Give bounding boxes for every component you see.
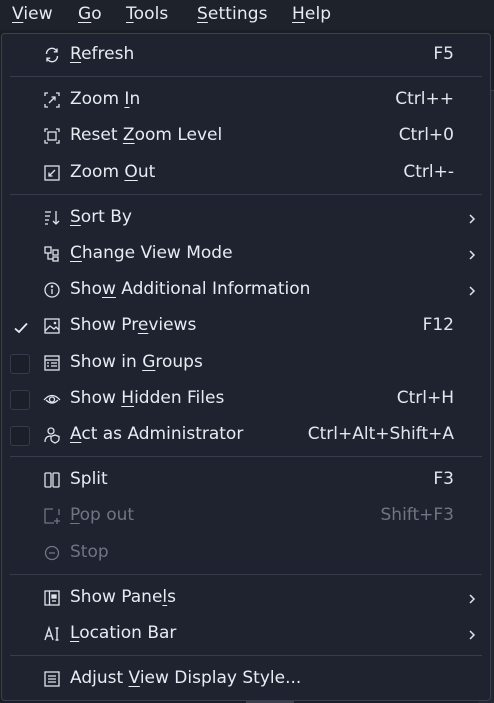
menu-item-label: Location Bar (70, 623, 177, 643)
stop-icon (42, 543, 62, 563)
panels-icon (42, 588, 62, 608)
menubar: View Go Tools Settings Help (0, 0, 494, 30)
menu-item-pop-out[interactable]: Pop out Shift+F3 (2, 499, 490, 533)
separator (10, 76, 482, 77)
shortcut-label: Ctrl++ (395, 89, 454, 109)
checkbox[interactable] (10, 426, 30, 446)
menubar-settings[interactable]: Settings (197, 4, 268, 24)
menu-item-label: Reset Zoom Level (70, 125, 223, 145)
view-mode-icon (42, 244, 62, 264)
shortcut-label: Shift+F3 (380, 505, 454, 525)
view-menu: Refresh F5 Zoom In Ctrl++ Reset Zoom Lev… (1, 33, 491, 701)
refresh-icon (42, 45, 62, 65)
menubar-tools[interactable]: Tools (126, 4, 168, 24)
submenu-arrow-icon (466, 247, 478, 261)
menu-item-change-view-mode[interactable]: Change View Mode (2, 237, 490, 271)
menu-item-act-as-administrator[interactable]: Act as Administrator Ctrl+Alt+Shift+A (2, 418, 490, 452)
menu-item-label: Zoom Out (70, 162, 156, 182)
zoom-in-icon (42, 90, 62, 110)
checkbox[interactable] (10, 390, 30, 410)
menu-item-refresh[interactable]: Refresh F5 (2, 38, 490, 72)
menu-item-label: Split (70, 469, 108, 489)
menu-item-label: Show Additional Information (70, 279, 311, 299)
menu-item-label: Pop out (70, 505, 135, 525)
checkmark-icon[interactable] (10, 317, 30, 337)
eye-icon (42, 389, 62, 409)
display-style-icon (42, 669, 62, 689)
shortcut-label: Ctrl+- (403, 162, 454, 182)
shortcut-label: F12 (422, 315, 454, 335)
menu-item-label: Show Hidden Files (70, 388, 225, 408)
menu-item-label: Adjust View Display Style... (70, 668, 302, 688)
menu-item-label: Refresh (70, 44, 135, 64)
location-bar-icon (42, 624, 62, 644)
menu-item-label: Zoom In (70, 89, 141, 109)
menubar-go[interactable]: Go (78, 4, 102, 24)
separator (10, 574, 482, 575)
menu-item-zoom-in[interactable]: Zoom In Ctrl++ (2, 83, 490, 117)
menu-item-label: Stop (70, 542, 109, 562)
menu-item-label: Act as Administrator (70, 424, 244, 444)
separator (10, 456, 482, 457)
shortcut-label: Ctrl+H (396, 388, 454, 408)
shortcut-label: F3 (433, 469, 454, 489)
menu-item-show-panels[interactable]: Show Panels (2, 581, 490, 615)
menu-item-show-previews[interactable]: Show Previews F12 (2, 309, 490, 343)
split-icon (42, 470, 62, 490)
menu-item-label: Show in Groups (70, 352, 203, 372)
reset-zoom-icon (42, 126, 62, 146)
menu-item-show-in-groups[interactable]: Show in Groups (2, 346, 490, 380)
sort-icon (42, 208, 62, 228)
submenu-arrow-icon (466, 211, 478, 225)
shortcut-label: F5 (433, 44, 454, 64)
image-icon (42, 316, 62, 336)
menu-item-stop[interactable]: Stop (2, 536, 490, 570)
menu-item-adjust-view-display-style[interactable]: Adjust View Display Style... (2, 662, 490, 696)
separator (10, 655, 482, 656)
pop-out-icon (42, 506, 62, 526)
menu-item-show-hidden-files[interactable]: Show Hidden Files Ctrl+H (2, 382, 490, 416)
menu-item-split[interactable]: Split F3 (2, 463, 490, 497)
admin-icon (42, 425, 62, 445)
menu-item-zoom-out[interactable]: Zoom Out Ctrl+- (2, 156, 490, 190)
menubar-view[interactable]: View (12, 4, 53, 24)
submenu-arrow-icon (466, 283, 478, 297)
separator (10, 194, 482, 195)
menu-item-label: Change View Mode (70, 243, 233, 263)
menu-item-location-bar[interactable]: Location Bar (2, 617, 490, 651)
shortcut-label: Ctrl+Alt+Shift+A (307, 424, 454, 444)
submenu-arrow-icon (466, 591, 478, 605)
menu-item-reset-zoom[interactable]: Reset Zoom Level Ctrl+0 (2, 119, 490, 153)
menu-item-label: Show Panels (70, 587, 177, 607)
menu-item-show-additional-info[interactable]: Show Additional Information (2, 273, 490, 307)
zoom-out-icon (42, 163, 62, 183)
shortcut-label: Ctrl+0 (398, 125, 454, 145)
groups-icon (42, 353, 62, 373)
menu-item-sort-by[interactable]: Sort By (2, 201, 490, 235)
menu-item-label: Sort By (70, 207, 132, 227)
menubar-help[interactable]: Help (292, 4, 331, 24)
info-icon (42, 280, 62, 300)
menu-item-label: Show Previews (70, 315, 197, 335)
checkbox[interactable] (10, 354, 30, 374)
submenu-arrow-icon (466, 627, 478, 641)
